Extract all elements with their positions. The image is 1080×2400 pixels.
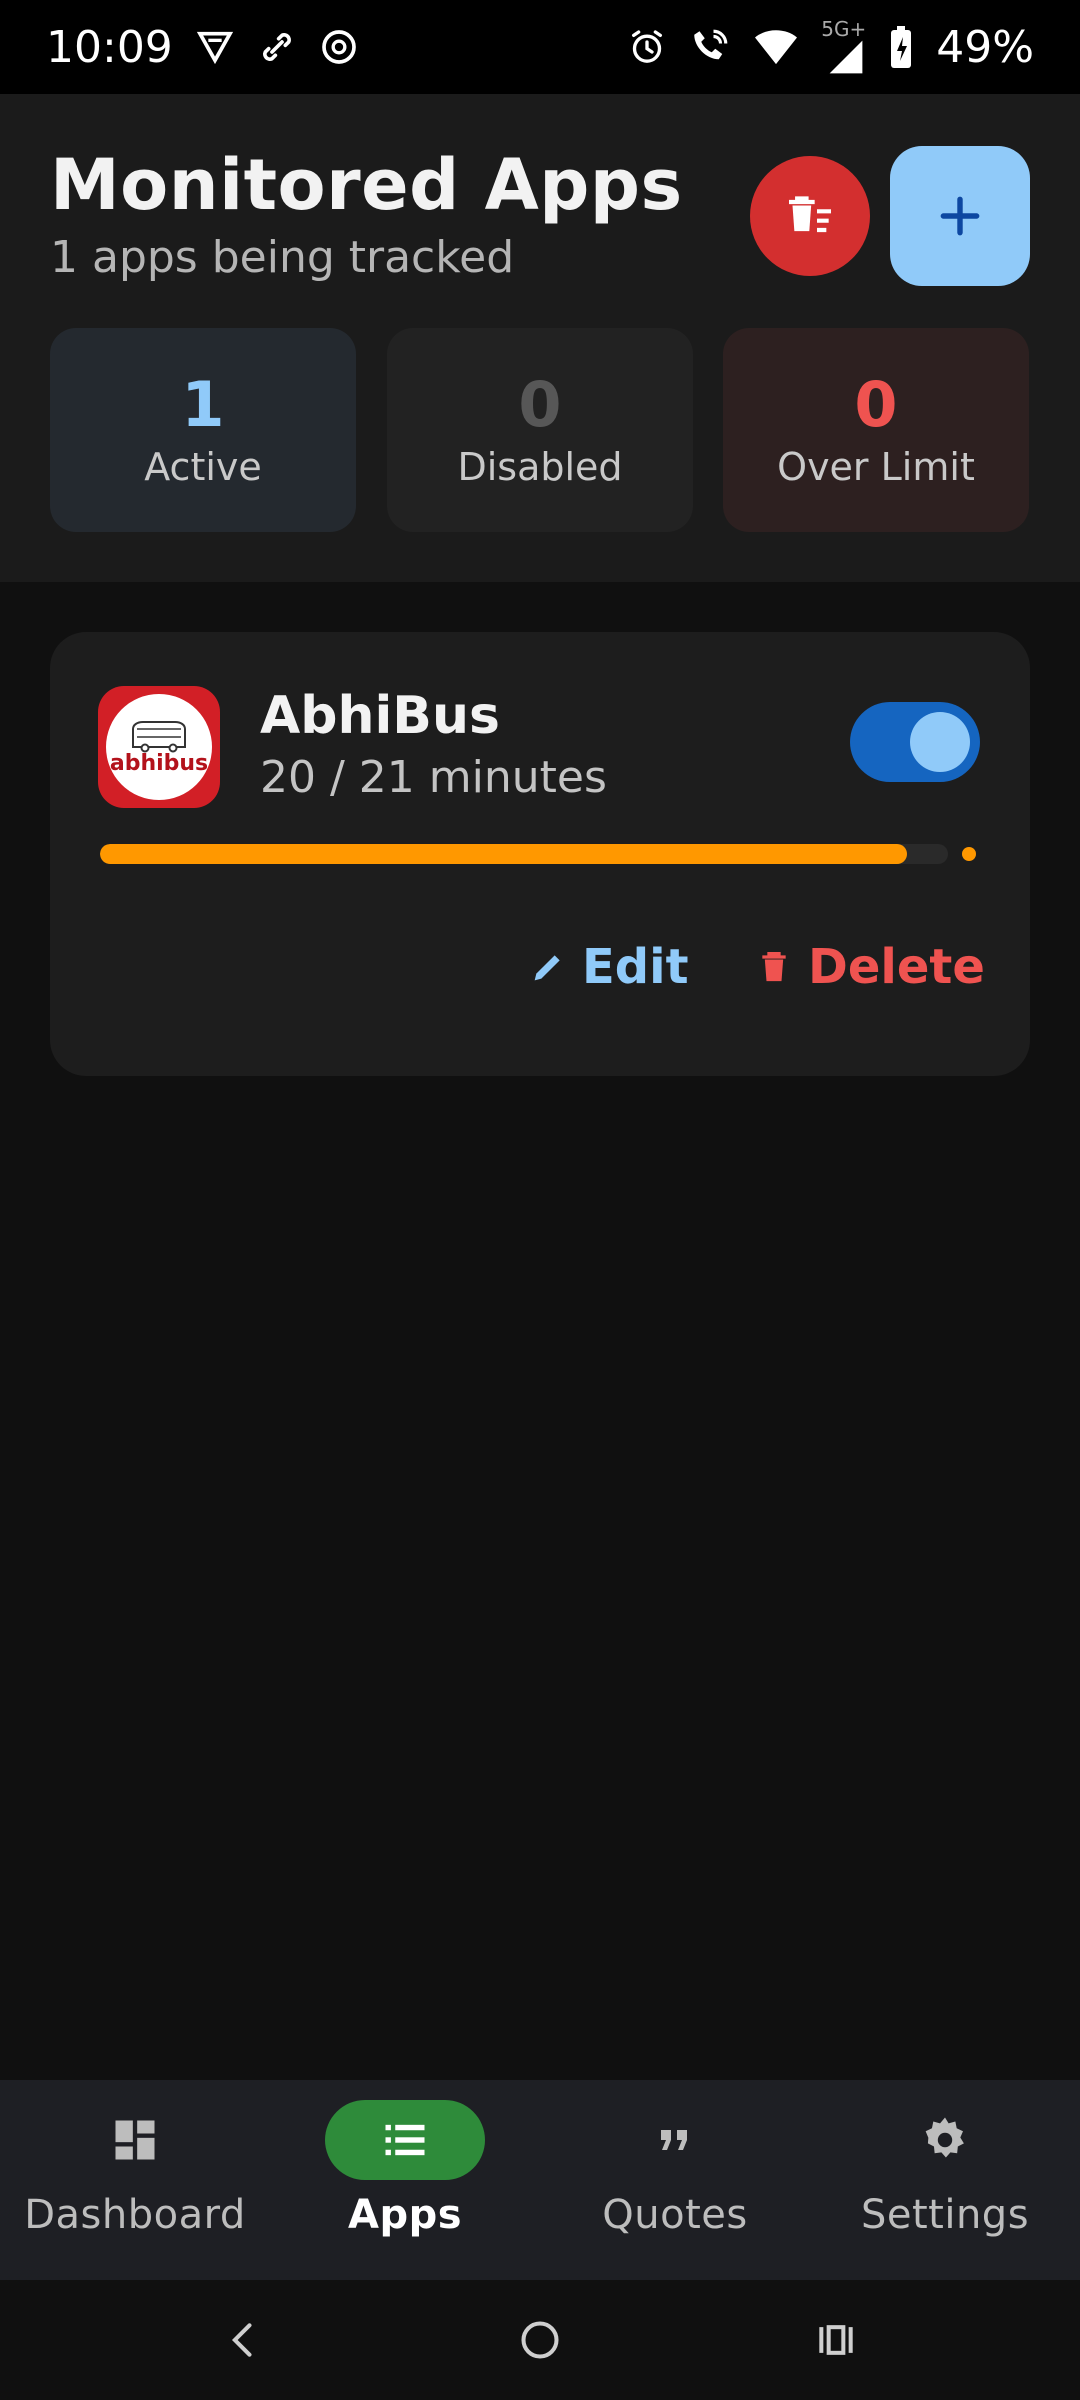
nav-icon-container [595, 2100, 755, 2180]
status-bar-left: 10:09 [46, 22, 359, 73]
page-title: Monitored Apps [50, 144, 683, 226]
nav-label-quotes: Quotes [602, 2192, 748, 2238]
nav-icon-container [55, 2100, 215, 2180]
delete-button[interactable]: Delete [754, 922, 985, 1012]
nav-item-quotes[interactable]: Quotes [540, 2100, 810, 2270]
delete-all-button[interactable] [750, 156, 870, 276]
battery-charging-icon [888, 25, 914, 69]
list-icon [385, 2124, 425, 2156]
signal-icon: 5G+ [821, 19, 866, 75]
toggle-knob [910, 712, 970, 772]
app-name: AbhiBus [260, 686, 500, 746]
bus-icon [132, 720, 186, 752]
progress-end-dot [962, 847, 976, 861]
nav-icon-container [865, 2100, 1025, 2180]
system-recents-button[interactable] [786, 2300, 886, 2380]
plus-icon [940, 196, 980, 236]
bottom-navigation: Dashboard Apps Quotes Settings [0, 2080, 1080, 2280]
usage-progress-track [100, 844, 948, 864]
wifi-icon [753, 26, 799, 68]
app-card: abhibus AbhiBus 20 / 21 minutes Edit Del… [50, 632, 1030, 1076]
gear-icon [925, 2117, 964, 2158]
vpn-icon [195, 27, 235, 67]
status-time: 10:09 [46, 21, 173, 73]
page-subtitle: 1 apps being tracked [50, 232, 515, 283]
wifi-calling-icon [689, 26, 731, 68]
alarm-icon [627, 27, 667, 67]
nav-icon-container [325, 2100, 485, 2180]
app-usage: 20 / 21 minutes [260, 752, 607, 803]
stat-disabled-value: 0 [518, 367, 562, 441]
app-enabled-toggle[interactable] [850, 702, 980, 782]
nav-item-apps[interactable]: Apps [270, 2100, 540, 2270]
app-icon-logo: abhibus [106, 694, 212, 800]
nav-label-settings: Settings [860, 2192, 1030, 2238]
nav-item-settings[interactable]: Settings [810, 2100, 1080, 2270]
app-icon-text: abhibus [109, 750, 209, 776]
delete-label: Delete [808, 939, 985, 995]
stat-over-limit-label: Over Limit [777, 445, 975, 490]
stat-active-label: Active [144, 445, 262, 490]
nav-label-dashboard: Dashboard [24, 2192, 246, 2238]
back-chevron-icon [231, 2323, 252, 2357]
delete-sweep-icon [789, 196, 831, 233]
dashboard-icon [115, 2120, 155, 2160]
stat-over-limit-value: 0 [854, 367, 898, 441]
home-circle-icon [521, 2321, 559, 2359]
status-bar-right: 5G+ 49% [627, 19, 1034, 75]
screen: 10:09 5G+ 49% Monitored Apps 1 apps bein… [0, 0, 1080, 2400]
link-icon [257, 27, 297, 67]
system-home-button[interactable] [490, 2300, 590, 2380]
trash-icon [762, 952, 786, 982]
pencil-icon [534, 955, 560, 981]
header: Monitored Apps 1 apps being tracked 1 Ac… [0, 94, 1080, 582]
recents-icon [819, 2325, 853, 2355]
status-bar: 10:09 5G+ 49% [0, 0, 1080, 94]
stat-card-active: 1 Active [50, 328, 356, 532]
system-back-button[interactable] [194, 2300, 294, 2380]
usage-progress-fill [100, 844, 908, 864]
app-icon-abhibus: abhibus [98, 686, 220, 808]
system-navigation-bar [0, 2280, 1080, 2400]
stat-disabled-label: Disabled [457, 445, 623, 490]
stat-card-disabled: 0 Disabled [387, 328, 693, 532]
threads-icon [319, 27, 359, 67]
stat-active-value: 1 [181, 367, 225, 441]
nav-label-apps: Apps [347, 2192, 463, 2238]
battery-percentage: 49% [936, 21, 1034, 73]
edit-button[interactable]: Edit [528, 922, 689, 1012]
stat-card-over-limit: 0 Over Limit [723, 328, 1029, 532]
add-app-button[interactable] [890, 146, 1030, 286]
edit-label: Edit [582, 939, 689, 995]
quote-icon [661, 2130, 687, 2150]
network-type-label: 5G+ [821, 17, 867, 41]
nav-item-dashboard[interactable]: Dashboard [0, 2100, 270, 2270]
